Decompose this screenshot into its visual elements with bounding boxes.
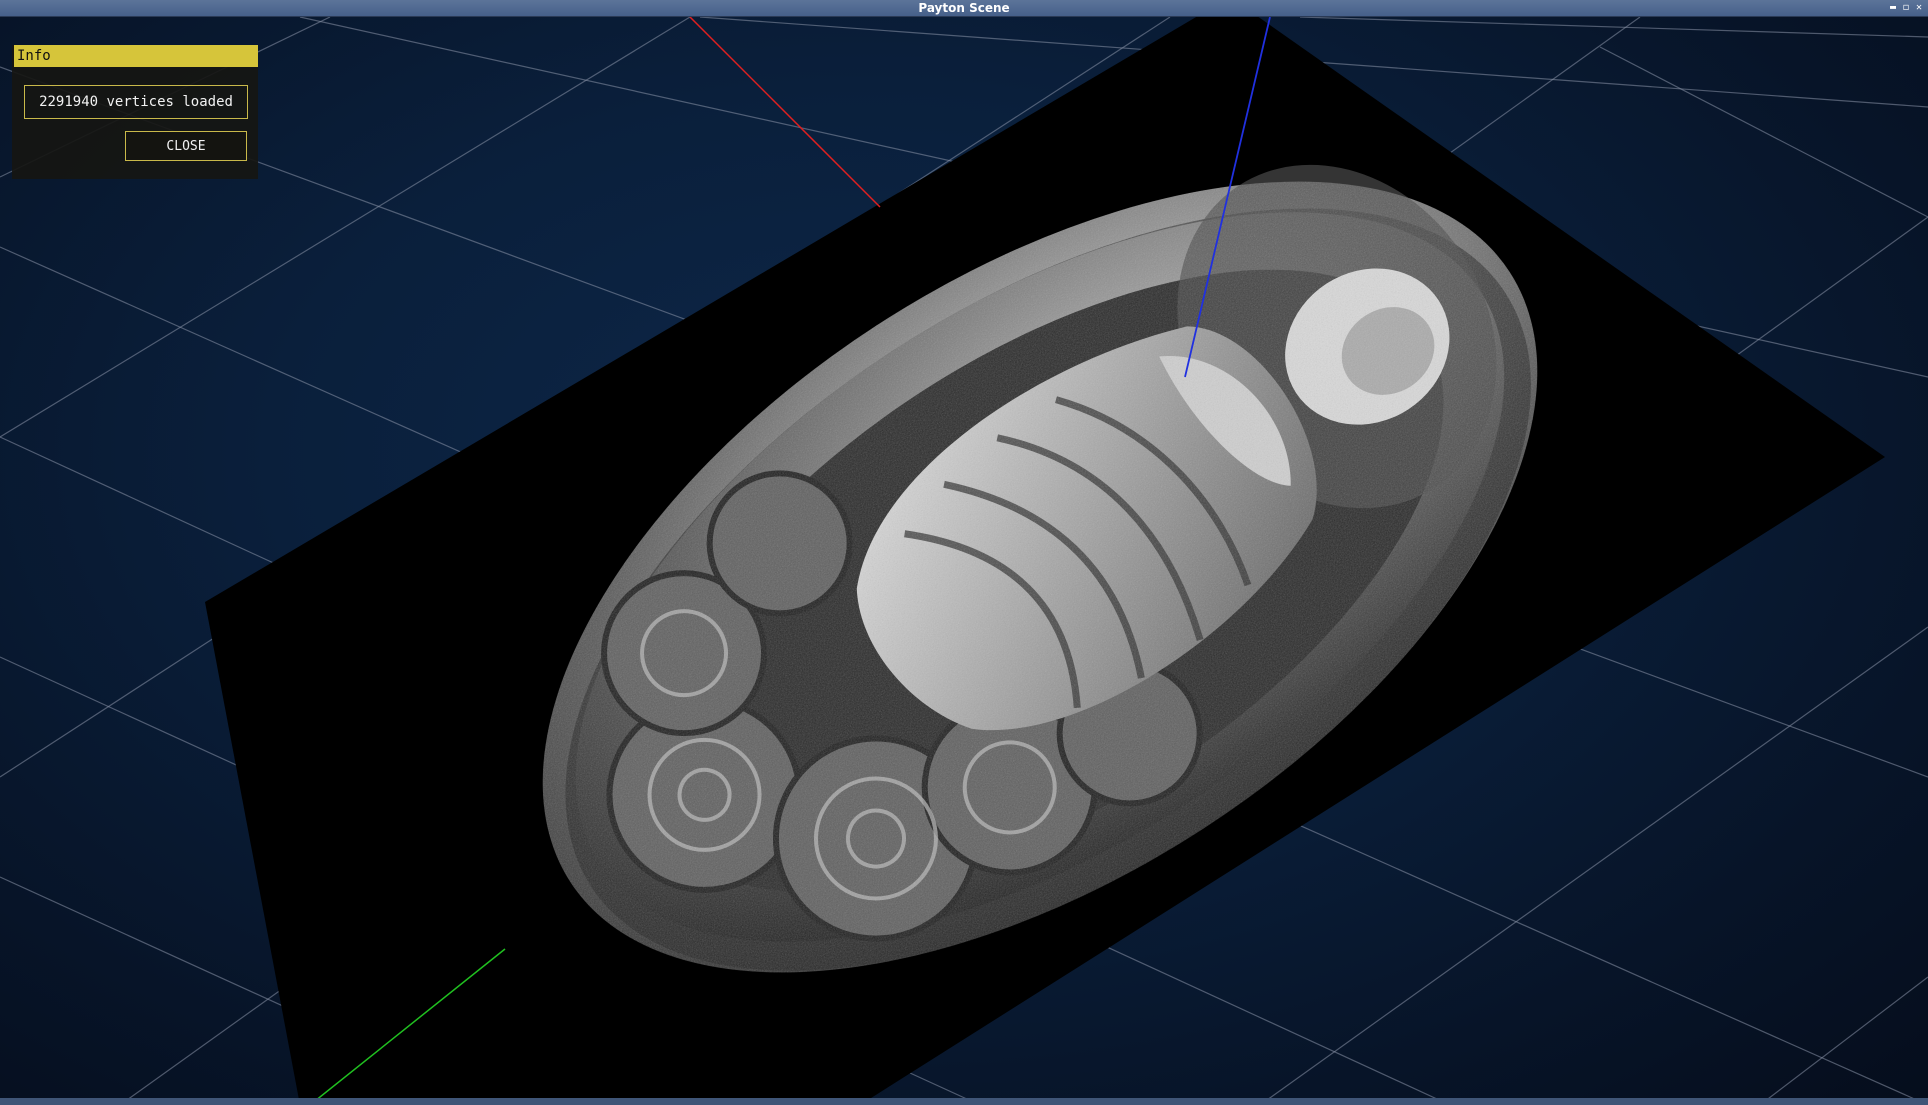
info-panel-header[interactable]: Info [14, 45, 258, 67]
grid-line [1599, 46, 1928, 218]
minimize-icon[interactable]: ▬ [1888, 2, 1898, 14]
info-panel: Info 2291940 vertices loaded CLOSE [12, 45, 258, 179]
grid-line [1299, 17, 1928, 38]
info-panel-title: Info [17, 48, 51, 64]
scene-canvas[interactable] [0, 17, 1928, 1105]
vertices-loaded-message: 2291940 vertices loaded [24, 85, 248, 119]
window-title: Payton Scene [918, 1, 1010, 15]
title-bar[interactable]: Payton Scene ▬ ◻ ✕ [0, 0, 1928, 17]
window-bottom-border [0, 1098, 1928, 1105]
app-window: Payton Scene ▬ ◻ ✕ Info 2291940 vertices… [0, 0, 1928, 1105]
close-icon[interactable]: ✕ [1914, 2, 1924, 14]
x-axis-line [689, 17, 881, 208]
window-controls: ▬ ◻ ✕ [1888, 0, 1924, 16]
close-button[interactable]: CLOSE [125, 131, 247, 161]
maximize-icon[interactable]: ◻ [1901, 2, 1911, 14]
3d-viewport[interactable]: Info 2291940 vertices loaded CLOSE [0, 17, 1928, 1105]
